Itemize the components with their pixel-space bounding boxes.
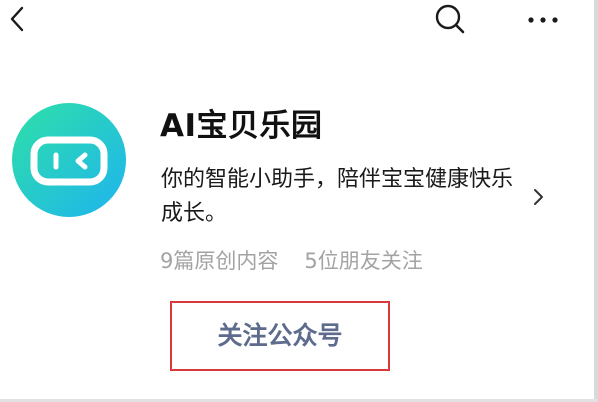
follow-account-button[interactable]: 关注公众号: [172, 303, 388, 369]
more-options-button[interactable]: [520, 0, 570, 40]
back-button[interactable]: [0, 0, 40, 40]
search-button[interactable]: [428, 0, 472, 40]
more-horizontal-icon: [528, 17, 558, 23]
original-articles-count[interactable]: 9篇原创内容: [160, 249, 278, 273]
top-navigation-bar: [0, 0, 594, 44]
search-icon: [435, 4, 465, 34]
friends-following-count[interactable]: 5位朋友关注: [304, 249, 422, 273]
account-description[interactable]: 你的智能小助手，陪伴宝宝健康快乐成长。: [161, 163, 533, 231]
chevron-right-icon: [534, 189, 543, 205]
robot-face-icon: [12, 103, 126, 217]
profile-detail-button[interactable]: [529, 187, 549, 207]
account-avatar[interactable]: [12, 103, 126, 217]
account-stats: 9篇原创内容 5位朋友关注: [160, 245, 423, 277]
account-name: AI宝贝乐园: [160, 108, 323, 144]
window-right-edge: [594, 0, 598, 402]
chevron-left-icon: [10, 6, 24, 32]
